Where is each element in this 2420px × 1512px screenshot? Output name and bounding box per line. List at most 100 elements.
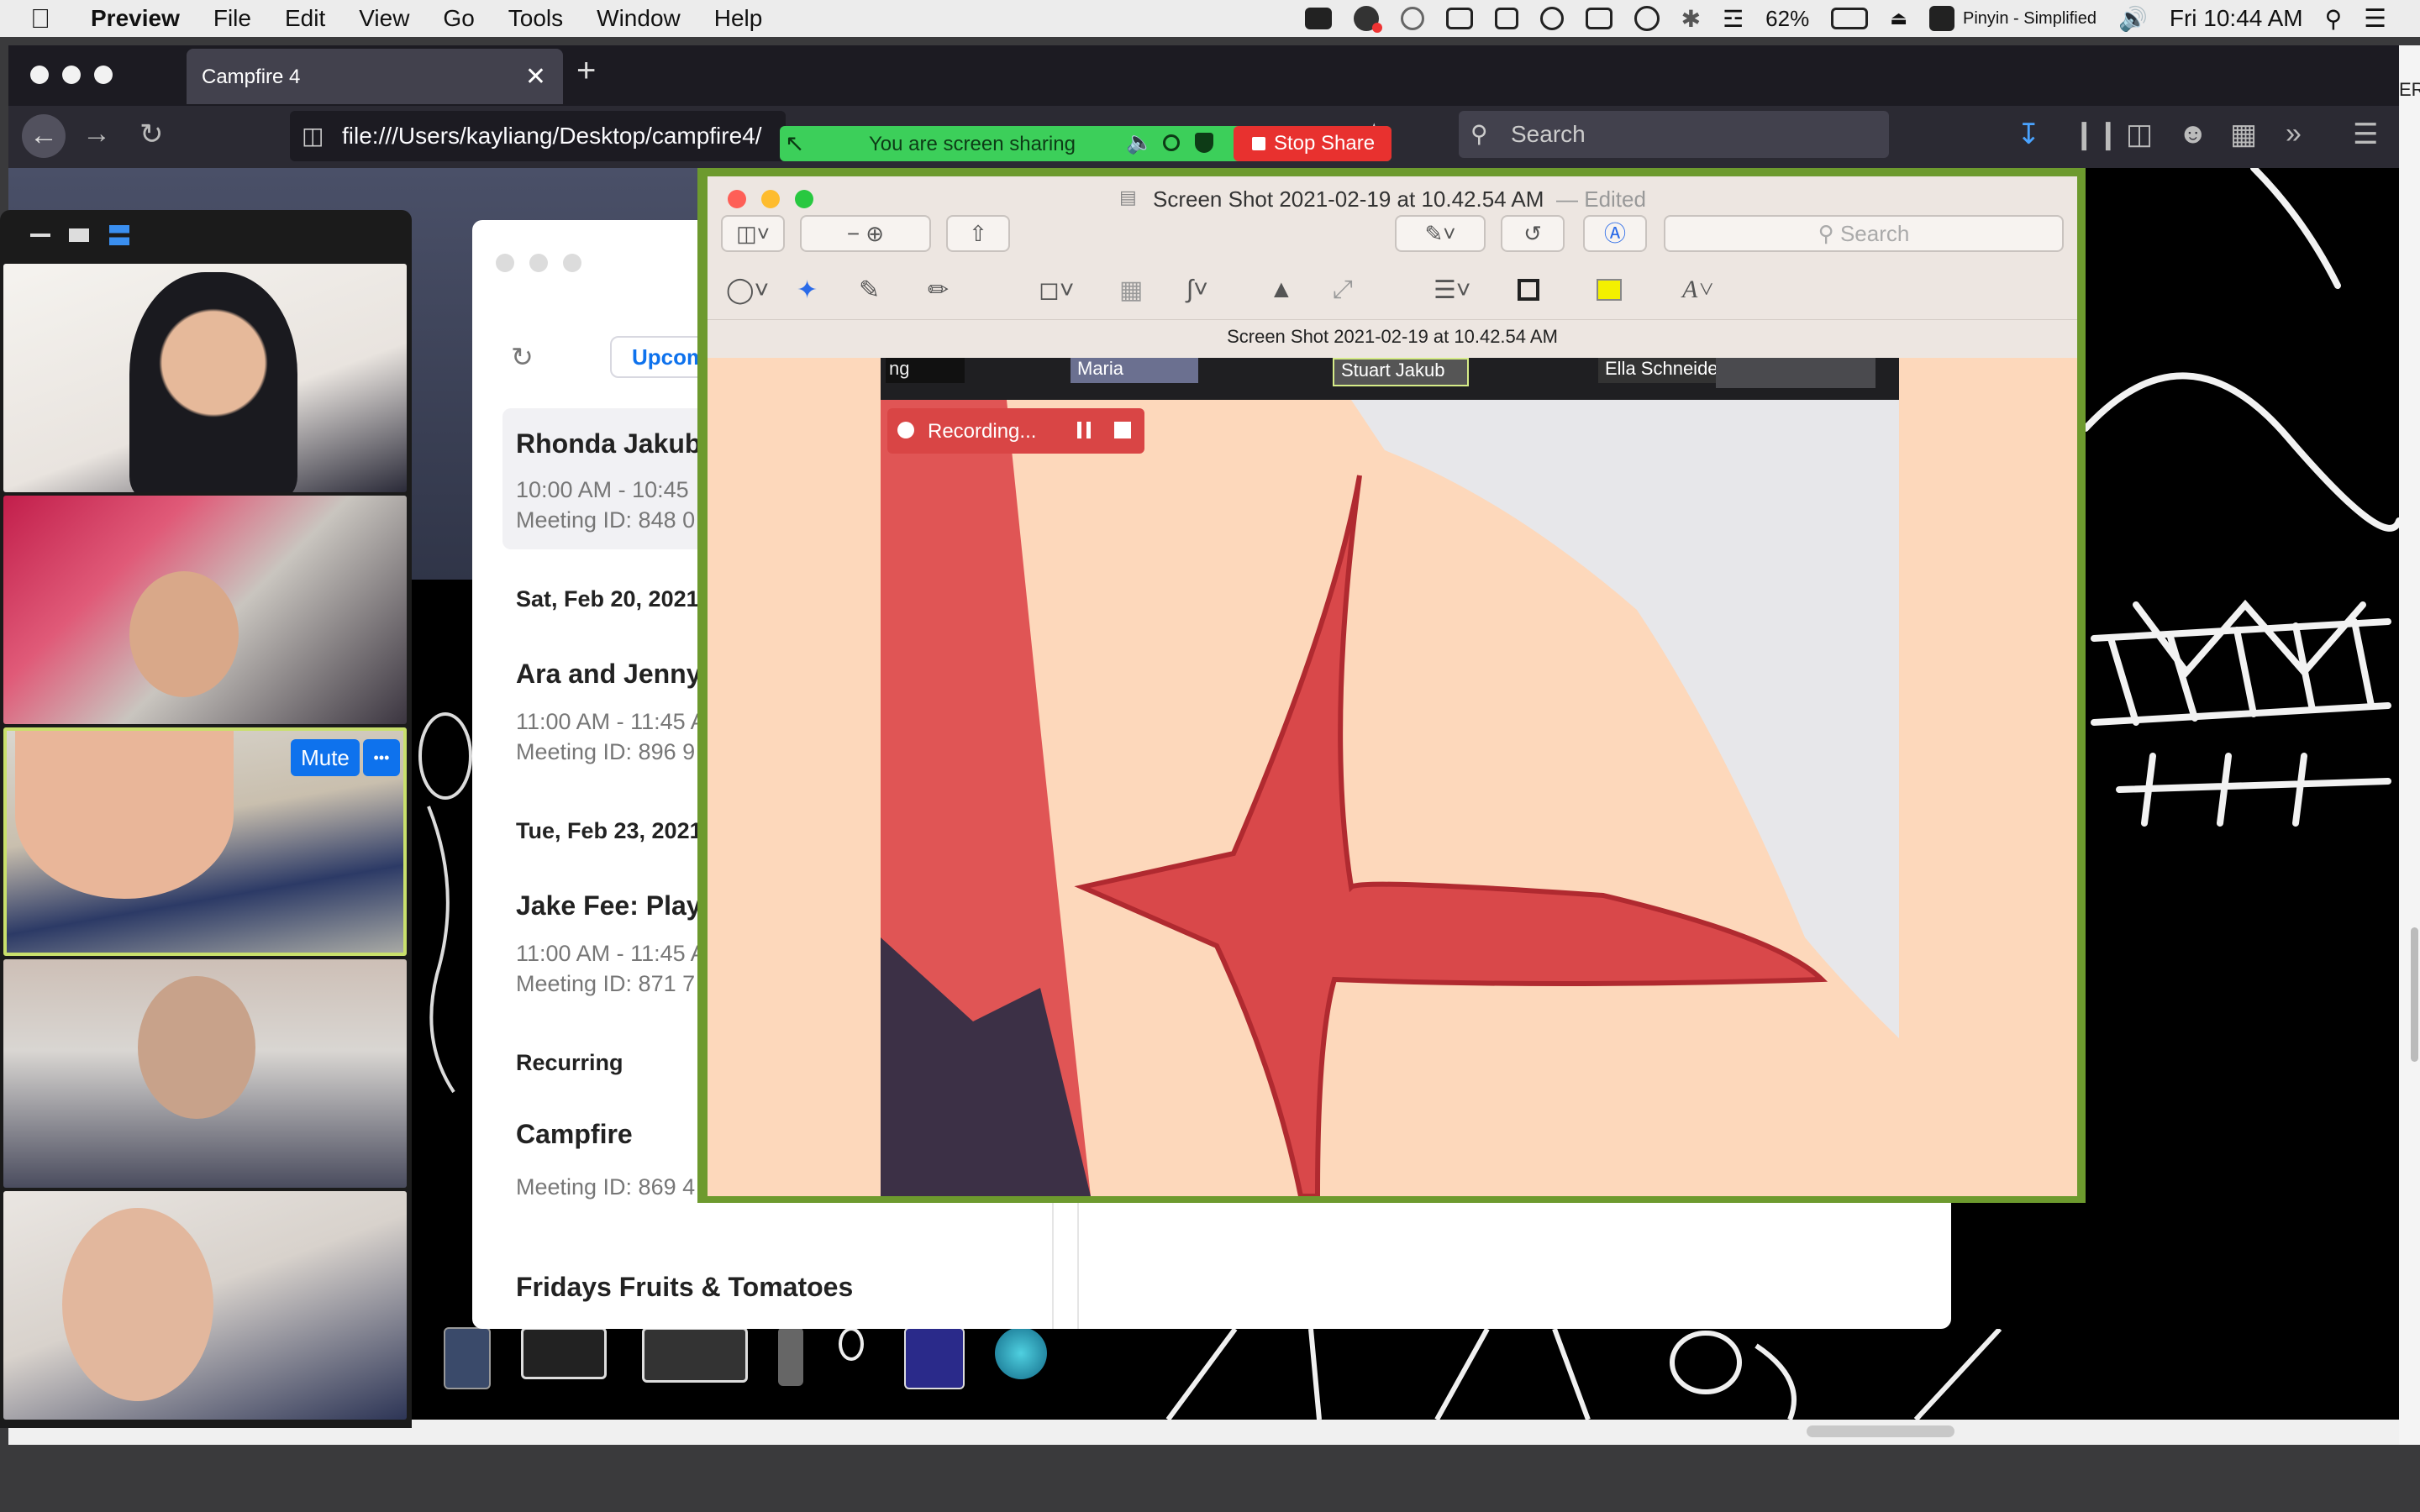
video-tile-2[interactable] [3,496,407,724]
close-tab-icon[interactable]: ✕ [525,62,546,92]
circle-slash-icon[interactable] [1539,7,1564,30]
menu-view[interactable]: View [359,5,409,32]
meeting-title[interactable]: Fridays Fruits & Tomatoes [516,1272,853,1303]
pause-recording-icon[interactable] [1077,422,1091,438]
audio-icon[interactable]: 🔈 [1126,129,1153,155]
copy-icon[interactable] [1494,8,1518,29]
minimize-window-button[interactable] [62,66,81,84]
menu-window[interactable]: Window [597,5,681,32]
spotlight-search-icon[interactable]: ⚲ [2325,5,2343,33]
preview-minimize-button[interactable] [761,190,780,208]
menu-file[interactable]: File [213,5,251,32]
rotate-button[interactable]: ↺ [1501,215,1565,252]
zoom-window-button[interactable] [94,66,113,84]
menu-help[interactable]: Help [714,5,763,32]
wifi-icon[interactable]: ☲ [1723,5,1744,33]
text-box-icon[interactable]: ▦ [1119,276,1143,305]
airplay-icon[interactable] [1585,8,1612,29]
zoom-controls[interactable]: − ⊕ [800,215,931,252]
reload-icon[interactable]: ↻ [139,118,164,151]
control-center-icon[interactable]: ☰ [2364,4,2386,34]
pinyin-icon[interactable] [1929,6,1955,31]
mute-button[interactable]: Mute [291,739,360,776]
stop-share-button[interactable]: Stop Share [1234,126,1392,161]
right-scroll-thumb[interactable] [2411,927,2418,1062]
sidebar-toggle-icon[interactable]: ◫ [2126,118,2153,151]
dock-item-4[interactable] [778,1327,803,1386]
creative-cloud-icon[interactable] [1353,6,1382,33]
extensions-icon[interactable]: ▦ [2230,118,2257,151]
meetings-zoom-button[interactable] [563,254,581,272]
adjust-size-icon[interactable]: ⤢ [1333,276,1353,304]
markup-pen-button[interactable]: ✎˅ [1395,215,1486,252]
refresh-icon[interactable]: ↻ [511,341,534,373]
video-tile-5[interactable] [3,1191,407,1420]
record-status-icon[interactable] [1163,134,1180,151]
lasso-select-icon[interactable]: ◯˅ [726,276,769,305]
share-button[interactable]: ⇧ [946,215,1010,252]
menu-edit[interactable]: Edit [285,5,325,32]
input-method-label[interactable]: Pinyin - Simplified [1963,9,2096,29]
meetings-minimize-button[interactable] [529,254,548,272]
scrollbar-thumb[interactable] [1807,1425,1954,1437]
preview-close-button[interactable] [728,190,746,208]
meetings-close-button[interactable] [496,254,514,272]
dock-item-3[interactable] [642,1327,748,1383]
forward-icon[interactable]: → [82,118,111,150]
pin-arrow-icon[interactable]: ↖ [785,129,804,157]
library-icon[interactable]: ❙❙ [2072,118,2120,151]
preview-zoom-button[interactable] [795,190,813,208]
menu-tools[interactable]: Tools [508,5,563,32]
bluetooth-icon[interactable]: ✱ [1681,5,1701,33]
globe-icon[interactable] [1400,7,1424,30]
clock[interactable]: Fri 10:44 AM [2170,5,2303,32]
back-icon[interactable]: ← [22,114,66,158]
recording-indicator[interactable]: Recording... [887,408,1144,454]
dock-item-6[interactable] [904,1327,965,1389]
account-icon[interactable]: ☻ [2178,118,2208,150]
security-shield-icon[interactable] [1195,133,1213,153]
globe-dock-icon[interactable] [995,1327,1047,1379]
zoom-status-icon[interactable] [1304,8,1332,29]
browser-search-input[interactable]: ⚲ Search [1459,111,1889,158]
time-machine-icon[interactable] [1634,6,1660,31]
sidebar-toggle-button[interactable]: ◫˅ [721,215,785,252]
eject-icon[interactable]: ⏏ [1890,8,1907,29]
edited-status[interactable]: — Edited [1556,186,1646,213]
dock-item-1[interactable] [444,1327,491,1389]
display-icon[interactable] [1445,8,1473,29]
app-menu-icon[interactable]: ☰ [2353,118,2378,151]
preview-search-input[interactable]: ⚲ Search [1664,215,2064,252]
signature-icon[interactable]: ∫˅ [1186,276,1208,304]
tab-campfire[interactable]: Campfire 4 ✕ [187,49,563,104]
shape-style-icon[interactable]: ☰˅ [1434,276,1470,305]
volume-icon[interactable]: 🔊 [2118,5,2148,33]
more-options-button[interactable]: ••• [363,739,400,776]
speaker-view-icon[interactable] [69,228,89,242]
fill-color-icon[interactable] [1597,279,1622,301]
video-tile-4[interactable] [3,959,407,1188]
overflow-icon[interactable]: » [2286,118,2302,150]
battery-icon[interactable] [1831,8,1869,29]
new-tab-button[interactable]: + [576,52,596,90]
text-style-icon[interactable]: A˅ [1682,276,1715,304]
download-icon[interactable]: ↧ [2017,118,2041,151]
gallery-view-icon[interactable] [109,225,129,245]
meeting-title[interactable]: Ara and Jenny [516,659,702,690]
border-color-icon[interactable] [1518,279,1539,301]
menu-go[interactable]: Go [443,5,474,32]
close-window-button[interactable] [30,66,49,84]
minimize-gallery-icon[interactable] [30,234,50,237]
draw-icon[interactable]: ✏ [928,276,949,305]
video-tile-3-active[interactable]: Mute ••• [3,727,407,956]
sketch-icon[interactable]: ✎ [859,276,880,305]
meeting-title[interactable]: Campfire [516,1119,633,1150]
meeting-title[interactable]: Jake Fee: Play [516,890,702,921]
instant-alpha-icon[interactable]: ✦ [797,276,818,305]
dock-item-2[interactable] [521,1327,607,1379]
video-tile-1[interactable] [3,264,407,492]
shapes-icon[interactable]: ◻˅ [1039,276,1074,305]
magnifier-icon[interactable] [839,1327,864,1361]
adjust-color-icon[interactable]: ▲ [1269,276,1294,304]
meeting-title[interactable]: Rhonda Jakub [516,428,701,459]
